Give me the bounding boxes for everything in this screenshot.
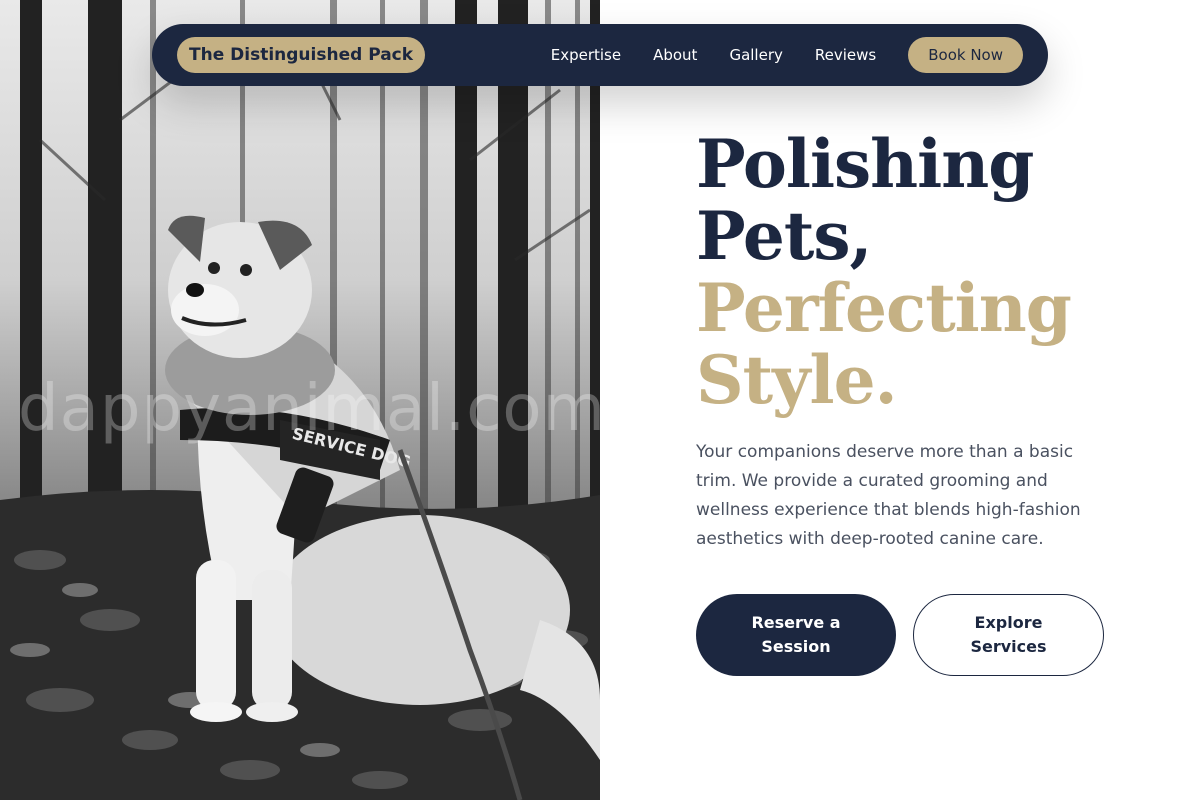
nav-link-expertise[interactable]: Expertise <box>551 46 621 64</box>
landing-page: SERVICE DOG dappyanimal.com The Distingu… <box>0 0 1200 800</box>
explore-services-button[interactable]: Explore Services <box>913 594 1104 676</box>
headline-line-3: Perfecting <box>696 269 1072 347</box>
explore-button-line-1: Explore <box>974 613 1043 632</box>
brand-logo[interactable]: The Distinguished Pack <box>177 37 426 73</box>
cta-row: Reserve a Session Explore Services <box>696 594 1104 676</box>
nav-link-gallery[interactable]: Gallery <box>729 46 782 64</box>
headline-line-4: Style. <box>696 341 898 419</box>
dog-in-forest-illustration: SERVICE DOG <box>0 0 600 800</box>
reserve-session-button[interactable]: Reserve a Session <box>696 594 896 676</box>
nav-link-reviews[interactable]: Reviews <box>815 46 876 64</box>
top-nav: The Distinguished Pack Expertise About G… <box>152 24 1048 86</box>
nav-links: Expertise About Gallery Reviews Book Now <box>551 37 1023 73</box>
reserve-button-line-1: Reserve a <box>751 613 841 632</box>
book-now-button[interactable]: Book Now <box>908 37 1023 73</box>
headline-line-2: Pets, <box>696 197 872 275</box>
hero-headline: Polishing Pets, Perfecting Style. <box>696 128 1136 416</box>
hero-content: Polishing Pets, Perfecting Style. Your c… <box>696 128 1136 554</box>
hero-description: Your companions deserve more than a basi… <box>696 442 1081 549</box>
hero-photo: SERVICE DOG dappyanimal.com <box>0 0 600 800</box>
explore-button-line-2: Services <box>970 637 1047 656</box>
reserve-button-line-2: Session <box>761 637 831 656</box>
nav-link-about[interactable]: About <box>653 46 697 64</box>
headline-line-1: Polishing <box>696 125 1034 203</box>
